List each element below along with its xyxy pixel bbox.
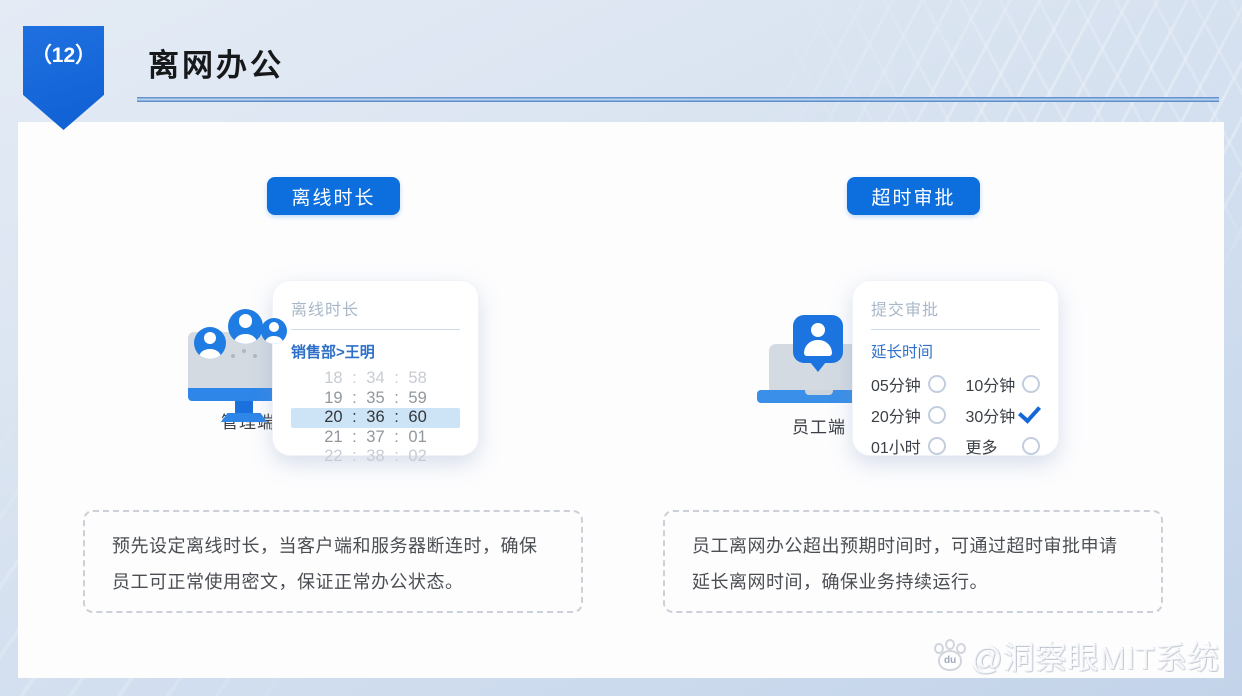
page-title: 离网办公 bbox=[148, 40, 284, 85]
radio-unchecked-icon[interactable] bbox=[928, 375, 946, 393]
option-20min[interactable]: 20分钟 bbox=[871, 406, 946, 424]
time-option[interactable]: 21 : 37 : 01 bbox=[291, 428, 460, 448]
watermark: du @洞察眼MIT系统 bbox=[934, 633, 1220, 678]
watermark-text: @洞察眼MIT系统 bbox=[971, 633, 1220, 678]
laptop-notch bbox=[805, 390, 833, 395]
user-avatar-icon bbox=[261, 318, 287, 344]
chapter-badge: （12） bbox=[23, 0, 104, 130]
extend-time-options: 05分钟 10分钟 20分钟 30分钟 01小时 更多 bbox=[871, 375, 1040, 455]
title-divider bbox=[137, 97, 1219, 102]
user-bubble-icon bbox=[793, 315, 843, 363]
monitor-base bbox=[221, 413, 267, 422]
chapter-number: （12） bbox=[31, 39, 96, 69]
approval-card: 提交审批 延长时间 05分钟 10分钟 20分钟 30分钟 01小时 bbox=[852, 280, 1059, 456]
time-picker: 18 : 34 : 58 19 : 35 : 59 20 : 36 : 60 2… bbox=[291, 369, 460, 467]
time-option[interactable]: 18 : 34 : 58 bbox=[291, 369, 460, 389]
user-avatar-icon bbox=[228, 309, 263, 344]
card-divider bbox=[291, 329, 460, 330]
option-more[interactable]: 更多 bbox=[966, 437, 1041, 455]
option-10min[interactable]: 10分钟 bbox=[966, 375, 1041, 393]
option-5min[interactable]: 05分钟 bbox=[871, 375, 946, 393]
timeout-approval-button[interactable]: 超时审批 bbox=[847, 177, 980, 215]
card-title: 离线时长 bbox=[291, 296, 460, 320]
baidu-paw-icon: du bbox=[934, 639, 966, 673]
option-30min-selected[interactable]: 30分钟 bbox=[966, 406, 1041, 424]
time-option-selected[interactable]: 20 : 36 : 60 bbox=[291, 408, 460, 428]
radio-unchecked-icon[interactable] bbox=[928, 406, 946, 424]
radio-unchecked-icon[interactable] bbox=[1022, 375, 1040, 393]
card-divider bbox=[871, 329, 1040, 330]
monitor-stand bbox=[235, 401, 253, 413]
radio-unchecked-icon[interactable] bbox=[928, 437, 946, 455]
time-option[interactable]: 22 : 38 : 02 bbox=[291, 447, 460, 467]
check-icon[interactable] bbox=[1018, 400, 1041, 424]
offline-duration-description: 预先设定离线时长，当客户端和服务器断连时，确保员工可正常使用密文，保证正常办公状… bbox=[83, 510, 583, 613]
timeout-approval-description: 员工离网办公超出预期时间时，可通过超时审批申请延长离网时间，确保业务持续运行。 bbox=[663, 510, 1163, 613]
extend-time-label: 延长时间 bbox=[871, 340, 1040, 362]
card-title: 提交审批 bbox=[871, 296, 1040, 320]
time-option[interactable]: 19 : 35 : 59 bbox=[291, 389, 460, 409]
option-1hour[interactable]: 01小时 bbox=[871, 437, 946, 455]
user-avatar-icon bbox=[194, 327, 226, 359]
offline-duration-card: 离线时长 销售部>王明 18 : 34 : 58 19 : 35 : 59 20… bbox=[272, 280, 479, 456]
offline-duration-button[interactable]: 离线时长 bbox=[267, 177, 400, 215]
radio-unchecked-icon[interactable] bbox=[1022, 437, 1040, 455]
target-user-label: 销售部>王明 bbox=[291, 341, 460, 362]
slide-canvas: （12） 离网办公 离线时长 超时审批 管理端 离线时长 销售部>王明 18 :… bbox=[0, 0, 1242, 696]
